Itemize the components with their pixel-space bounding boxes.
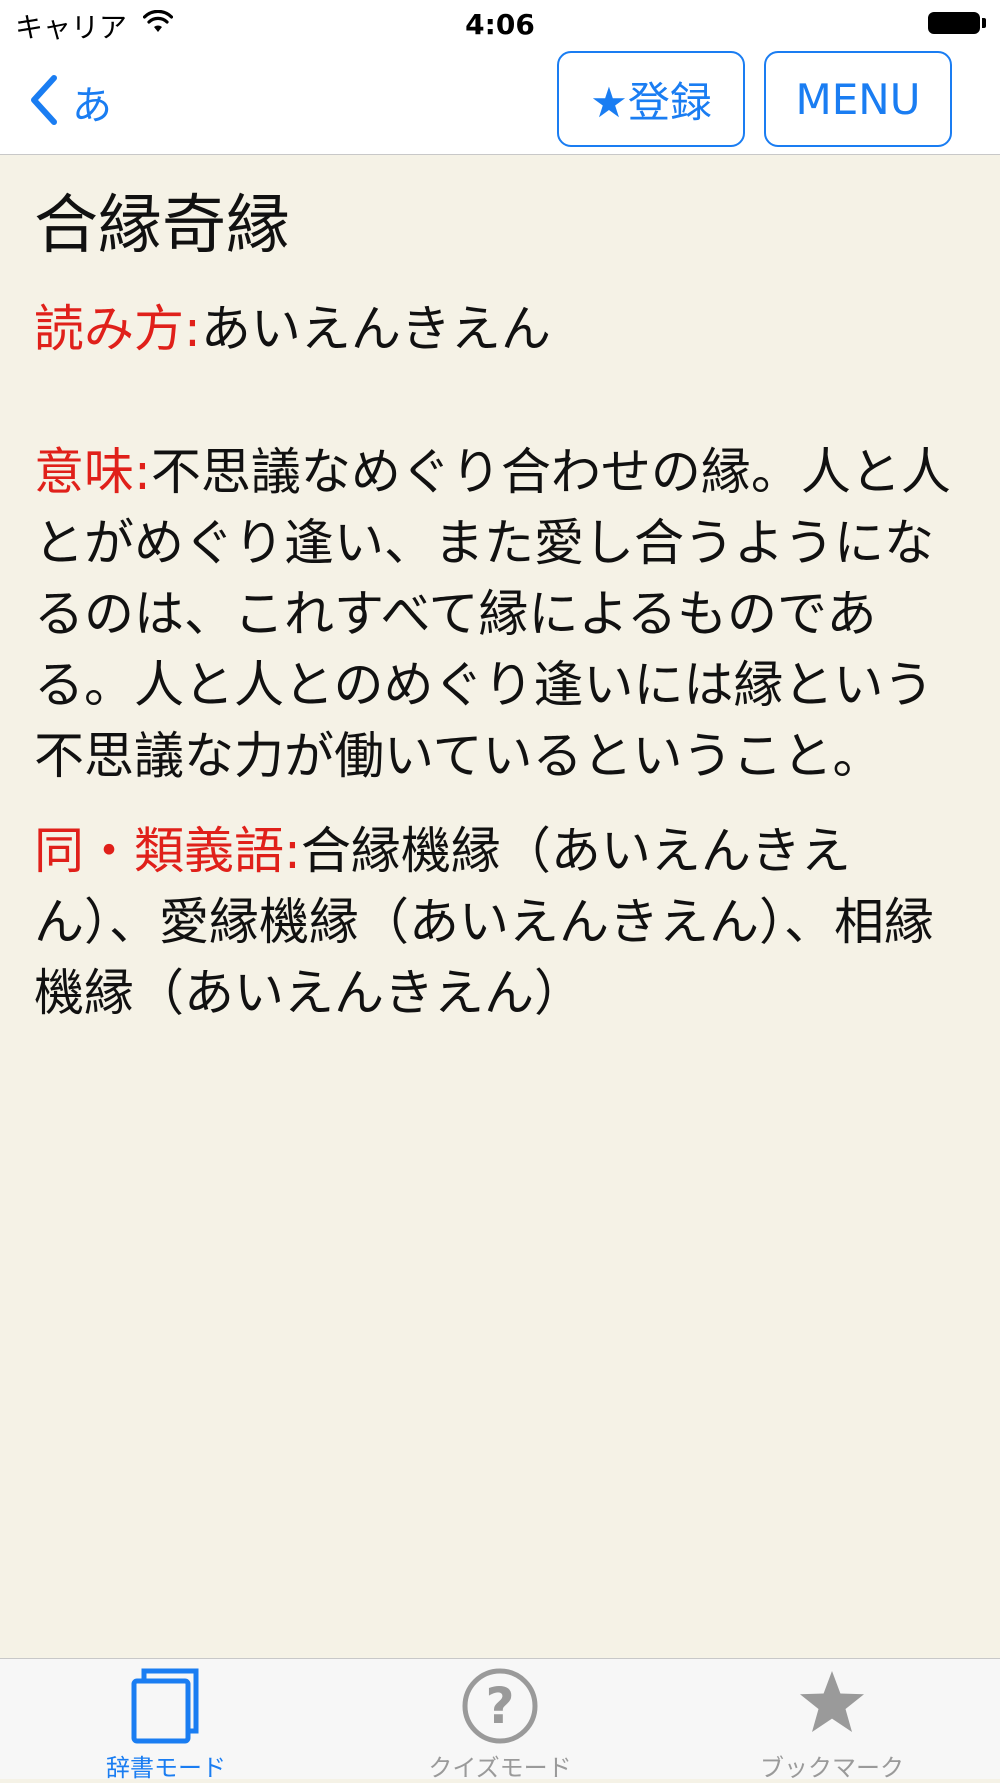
reading-section: 読み方:あいえんきえん <box>34 294 964 365</box>
svg-text:?: ? <box>485 1677 514 1735</box>
battery-icon <box>928 12 980 34</box>
meaning-text: 不思議なめぐり合わせの縁。人と人とがめぐり逢い、また愛し合うようになるのは、これ… <box>34 443 951 785</box>
battery-tip <box>982 18 986 28</box>
status-bar: キャリア 4:06 <box>0 0 1000 50</box>
entry-content: 合縁奇縁 読み方:あいえんきえん 意味:不思議なめぐり合わせの縁。人と人とがめぐ… <box>34 186 964 1029</box>
book-icon <box>130 1667 202 1749</box>
star-icon <box>797 1667 867 1741</box>
reading-label: 読み方: <box>34 300 201 358</box>
question-icon: ? <box>461 1667 539 1749</box>
tab-bookmark[interactable]: ブックマーク <box>712 1659 952 1782</box>
meaning-label: 意味: <box>34 443 151 501</box>
entry-title: 合縁奇縁 <box>34 189 290 263</box>
tab-quiz-mode[interactable]: ? クイズモード <box>380 1659 620 1782</box>
tab-bar: 辞書モード ? クイズモード ブックマーク <box>0 1658 1000 1782</box>
menu-button[interactable]: MENU <box>764 51 952 147</box>
back-button-label: あ <box>72 83 112 129</box>
synonym-label: 同・類義語: <box>34 822 301 880</box>
reading-text: あいえんきえん <box>200 300 551 358</box>
status-time: 4:06 <box>465 8 535 41</box>
synonym-section: 同・類義語:合縁機縁（あいえんきえん）、愛縁機縁（あいえんきえん）、相縁機縁（あ… <box>34 816 964 1029</box>
back-button[interactable]: あ <box>28 74 112 130</box>
meaning-section: 意味:不思議なめぐり合わせの縁。人と人とがめぐり逢い、また愛し合うようになるのは… <box>34 437 964 792</box>
register-bookmark-button[interactable]: ★登録 <box>557 51 745 147</box>
tab-dictionary-mode[interactable]: 辞書モード <box>46 1659 286 1782</box>
chevron-left-icon <box>28 74 58 130</box>
